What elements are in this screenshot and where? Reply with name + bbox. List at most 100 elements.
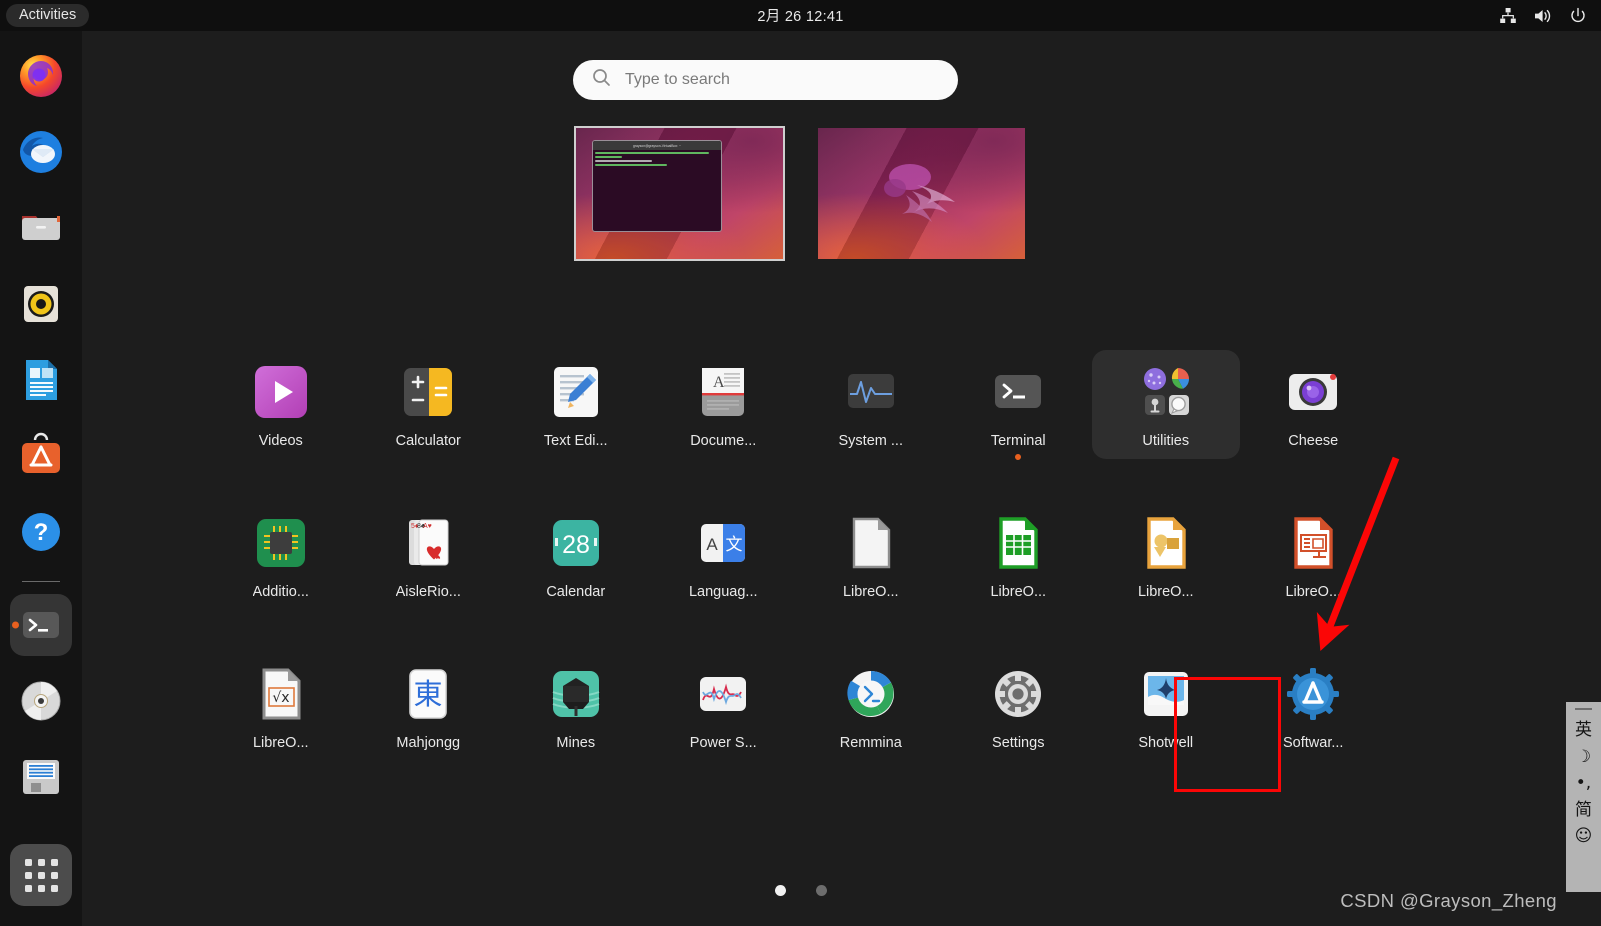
app-documents[interactable]: A Docume... <box>650 350 798 459</box>
app-libreoffice-draw[interactable]: LibreO... <box>1092 501 1240 610</box>
dock-ubuntu-software[interactable] <box>10 425 72 487</box>
app-libreoffice-math[interactable]: √x LibreO... <box>207 652 355 761</box>
system-monitor-icon <box>841 362 901 422</box>
terminal-icon <box>988 362 1048 422</box>
workspace-1[interactable]: grayson@grayson-VirtualBox: ~ <box>574 126 785 261</box>
svg-text:A: A <box>713 374 725 391</box>
app-libreoffice-calc[interactable]: LibreO... <box>945 501 1093 610</box>
ime-panel: 英 ☽ •, 简 ☺ <box>1566 702 1601 892</box>
libreoffice-draw-icon <box>1136 513 1196 573</box>
app-label: AisleRio... <box>395 584 461 600</box>
app-label: Mines <box>556 735 596 751</box>
app-system-monitor[interactable]: System ... <box>797 350 945 459</box>
videos-icon <box>251 362 311 422</box>
search-placeholder: Type to search <box>625 71 730 88</box>
svg-text:√x: √x <box>272 690 289 706</box>
ime-drag-handle[interactable] <box>1575 708 1592 710</box>
running-indicator <box>12 621 19 629</box>
app-settings[interactable]: Settings <box>945 652 1093 761</box>
app-calendar[interactable]: 28 Calendar <box>502 501 650 610</box>
ime-language-toggle[interactable]: 英 <box>1575 720 1592 741</box>
ime-simplified-toggle[interactable]: 简 <box>1575 800 1592 821</box>
app-libreoffice-start[interactable]: LibreO... <box>797 501 945 610</box>
dock-terminal[interactable] <box>10 594 72 656</box>
app-aisleriot[interactable]: 5♦ 8♣ A♥ AisleRio... <box>355 501 503 610</box>
svg-text:A: A <box>707 535 719 554</box>
app-label: Remmina <box>839 735 902 751</box>
app-videos[interactable]: Videos <box>207 350 355 459</box>
clock[interactable]: 2月 26 12:41 <box>757 5 843 26</box>
app-label: LibreO... <box>990 584 1047 600</box>
dock-libreoffice-writer[interactable] <box>10 349 72 411</box>
app-text-editor[interactable]: Text Edi... <box>502 350 650 459</box>
watermark: CSDN @Grayson_Zheng <box>1340 890 1557 911</box>
dock-files[interactable] <box>10 197 72 259</box>
network-icon[interactable] <box>1499 7 1517 25</box>
app-label: Calendar <box>546 584 606 600</box>
libreoffice-impress-icon <box>1283 513 1343 573</box>
dock-firefox[interactable] <box>10 45 72 107</box>
annotation-highlight-box <box>1174 677 1281 792</box>
ime-emoji-icon[interactable]: ☺ <box>1575 827 1593 847</box>
system-tray <box>1499 7 1587 25</box>
mines-icon <box>546 664 606 724</box>
search-icon <box>592 68 611 92</box>
aisleriot-icon: 5♦ 8♣ A♥ <box>398 513 458 573</box>
terminal-window-title: grayson@grayson-VirtualBox: ~ <box>593 141 721 150</box>
app-mines[interactable]: Mines <box>502 652 650 761</box>
workspace-thumbnails: grayson@grayson-VirtualBox: ~ <box>0 126 1601 261</box>
app-label: LibreO... <box>252 735 309 751</box>
dock-help[interactable]: ? <box>10 501 72 563</box>
ime-punctuation-icon[interactable]: •, <box>1576 774 1591 794</box>
jellyfish-graphic <box>883 164 955 223</box>
power-statistics-icon <box>693 664 753 724</box>
app-terminal[interactable]: Terminal <box>945 350 1093 460</box>
show-applications-button[interactable] <box>10 844 72 906</box>
activities-button[interactable]: Activities <box>6 4 90 27</box>
app-remmina[interactable]: Remmina <box>797 652 945 761</box>
app-label: Videos <box>258 433 303 449</box>
app-label: Power S... <box>689 735 757 751</box>
terminal-window-body <box>593 150 721 170</box>
dock-rhythmbox[interactable] <box>10 273 72 335</box>
app-cheese[interactable]: Cheese <box>1240 350 1388 459</box>
text-editor-icon <box>546 362 606 422</box>
terminal-window-thumb[interactable]: grayson@grayson-VirtualBox: ~ <box>592 140 722 232</box>
svg-text:文: 文 <box>726 535 743 555</box>
libreoffice-calc-icon <box>988 513 1048 573</box>
calendar-icon: 28 <box>546 513 606 573</box>
dock-disk-image[interactable] <box>10 746 72 808</box>
language-selector-icon: A 文 <box>693 513 753 573</box>
app-label: Utilities <box>1142 433 1190 449</box>
app-label: LibreO... <box>842 584 899 600</box>
workspace-2[interactable] <box>818 128 1025 259</box>
page-dot-1[interactable] <box>774 885 786 896</box>
app-label: Cheese <box>1288 433 1339 449</box>
app-mahjongg[interactable]: 東 Mahjongg <box>355 652 503 761</box>
dock-cd-drive[interactable] <box>10 670 72 732</box>
app-label: System ... <box>838 433 903 449</box>
remmina-icon <box>841 664 901 724</box>
dock-thunderbird[interactable] <box>10 121 72 183</box>
calculator-icon <box>398 362 458 422</box>
search-input[interactable]: Type to search <box>573 60 958 100</box>
power-icon[interactable] <box>1569 7 1587 25</box>
app-calculator[interactable]: Calculator <box>355 350 503 459</box>
app-label: Settings <box>992 735 1045 751</box>
app-label: Terminal <box>990 433 1046 449</box>
settings-icon <box>988 664 1048 724</box>
volume-icon[interactable] <box>1533 7 1553 25</box>
app-label: Languag... <box>688 584 758 600</box>
libreoffice-start-icon <box>841 513 901 573</box>
grid-dots-icon <box>24 858 58 892</box>
app-language-selector[interactable]: A 文 Languag... <box>650 501 798 610</box>
app-additional-drivers[interactable]: Additio... <box>207 501 355 610</box>
app-power-statistics[interactable]: Power S... <box>650 652 798 761</box>
app-folder-utilities[interactable]: Utilities <box>1092 350 1240 459</box>
app-label: Additio... <box>252 584 309 600</box>
utilities-folder-icon <box>1136 362 1196 422</box>
page-dot-2[interactable] <box>815 885 827 896</box>
dock: ? <box>0 31 82 926</box>
ime-moon-mode-icon[interactable]: ☽ <box>1576 747 1591 768</box>
app-libreoffice-impress[interactable]: LibreO... <box>1240 501 1388 610</box>
